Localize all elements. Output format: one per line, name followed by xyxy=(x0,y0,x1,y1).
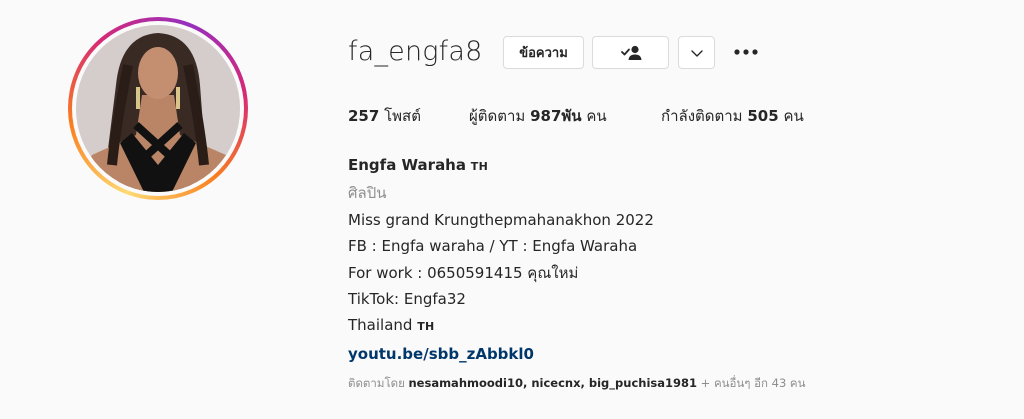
followers-link[interactable]: ผู้ติดตาม 987พัน คน xyxy=(469,104,607,128)
full-name: Engfa Waraha xyxy=(348,156,466,174)
category-label: ศิลปิน xyxy=(348,184,387,203)
flag-emoji: TH xyxy=(470,160,489,173)
full-name-line: Engfa Waraha TH xyxy=(348,152,654,180)
posts-number: 257 xyxy=(348,107,380,125)
followers-unit: คน xyxy=(586,107,607,125)
location-line: Thailand TH xyxy=(348,312,654,340)
avatar[interactable] xyxy=(76,25,240,192)
more-horizontal-icon xyxy=(734,49,758,55)
followed-by-prefix: ติดตามโดย xyxy=(348,376,405,390)
followers-label: ผู้ติดตาม xyxy=(469,107,526,125)
options-button[interactable] xyxy=(733,42,759,62)
following-unit: คน xyxy=(783,107,804,125)
chevron-down-icon xyxy=(690,49,703,57)
external-link[interactable]: youtu.be/sbb_zAbbkl0 xyxy=(348,341,654,367)
posts-count: 257 โพสต์ xyxy=(348,104,421,128)
following-label: กำลังติดตาม xyxy=(661,107,743,125)
bio-line-1: Miss grand Krungthepmahanakhon 2022 xyxy=(348,210,654,229)
suggested-accounts-button[interactable] xyxy=(678,36,715,69)
person-check-icon xyxy=(620,45,641,60)
bio-line-4: TikTok: Engfa32 xyxy=(348,290,466,309)
username: fa_engfa8 xyxy=(348,36,483,67)
avatar-border xyxy=(72,21,244,196)
location-text: Thailand xyxy=(348,316,413,335)
following-button[interactable] xyxy=(592,36,669,69)
avatar-image xyxy=(76,25,240,192)
followed-by[interactable]: ติดตามโดย nesamahmoodi10, nicecnx, big_p… xyxy=(348,375,806,393)
bio-section: Engfa Waraha TH ศิลปิน Miss grand Krungt… xyxy=(348,152,654,367)
message-button[interactable]: ข้อความ xyxy=(503,36,584,69)
location-flag-emoji: TH xyxy=(417,320,435,334)
following-link[interactable]: กำลังติดตาม 505 คน xyxy=(661,104,804,128)
posts-label: โพสต์ xyxy=(384,107,421,125)
profile-page: fa_engfa8 ข้อความ 257 โพสต์ ผู้ติดตาม 98… xyxy=(0,0,1024,419)
story-ring[interactable] xyxy=(68,17,248,200)
following-number: 505 xyxy=(747,107,779,125)
bio-line-2: FB : Engfa waraha / YT : Engfa Waraha xyxy=(348,237,638,256)
followed-by-names: nesamahmoodi10, nicecnx, big_puchisa1981 xyxy=(408,376,698,390)
followers-number: 987พัน xyxy=(530,107,582,125)
bio-line-3: For work : 0650591415 คุณใหม่ xyxy=(348,263,579,282)
followed-by-suffix: + คนอื่นๆ อีก 43 คน xyxy=(700,376,806,390)
